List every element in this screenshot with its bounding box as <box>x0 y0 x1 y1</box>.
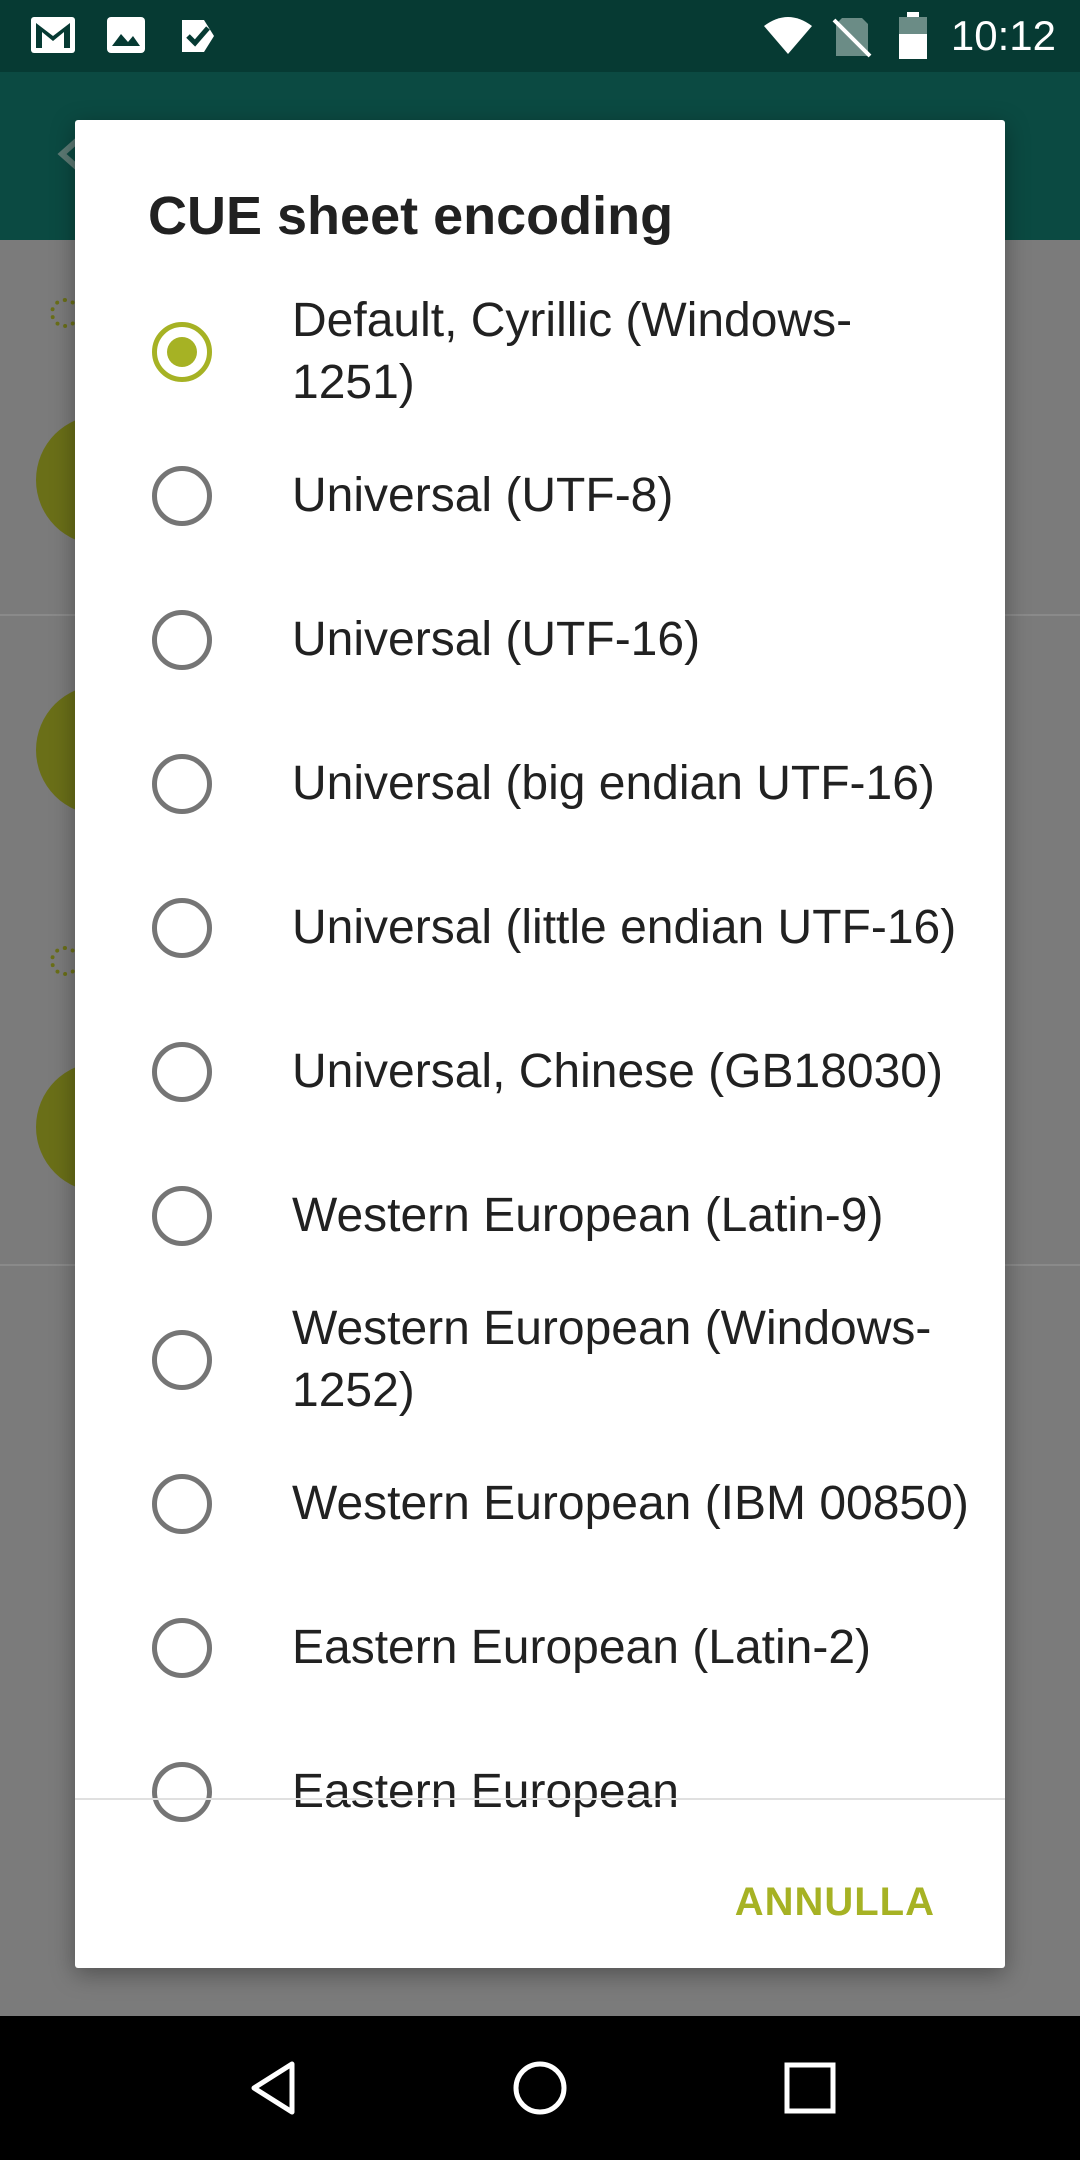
screen: 10:12 CUE sheet encoding Default, Cyrill… <box>0 0 1080 2160</box>
encoding-option[interactable]: Default, Cyrillic (Windows-1251) <box>75 280 1005 424</box>
option-label: Universal (little endian UTF-16) <box>292 901 957 954</box>
encoding-dialog: CUE sheet encoding Default, Cyrillic (Wi… <box>75 120 1005 1968</box>
back-icon[interactable] <box>248 2060 298 2121</box>
option-label: Universal (big endian UTF-16) <box>292 757 935 810</box>
radio-button[interactable] <box>152 1042 212 1102</box>
dialog-title: CUE sheet encoding <box>148 186 674 246</box>
option-label: Western European (Latin-9) <box>292 1189 884 1242</box>
dialog-divider <box>75 1798 1005 1800</box>
tasks-check-icon <box>178 16 218 61</box>
option-label: Universal (UTF-16) <box>292 613 701 666</box>
cancel-button[interactable]: ANNULLA <box>735 1880 935 1925</box>
encoding-option[interactable]: Eastern European <box>75 1720 1005 1864</box>
image-icon <box>106 16 146 59</box>
radio-button[interactable] <box>152 610 212 670</box>
encoding-option[interactable]: Western European (Windows-1252) <box>75 1288 1005 1432</box>
radio-button[interactable] <box>152 754 212 814</box>
encoding-option[interactable]: Universal (UTF-8) <box>75 424 1005 568</box>
radio-button[interactable] <box>152 898 212 958</box>
option-label: Eastern European <box>292 1765 679 1818</box>
option-label: Universal, Chinese (GB18030) <box>292 1045 943 1098</box>
status-bar: 10:12 <box>0 0 1080 72</box>
no-sim-icon <box>832 16 872 63</box>
encoding-option[interactable]: Western European (Latin-9) <box>75 1144 1005 1288</box>
battery-icon <box>898 12 928 65</box>
home-icon[interactable] <box>512 2060 568 2121</box>
radio-button[interactable] <box>152 1762 212 1822</box>
option-label: Western European (IBM 00850) <box>292 1477 969 1530</box>
recents-icon[interactable] <box>784 2062 836 2119</box>
encoding-option[interactable]: Eastern European (Latin-2) <box>75 1576 1005 1720</box>
radio-button-checked[interactable] <box>152 322 212 382</box>
radio-button[interactable] <box>152 1618 212 1678</box>
option-label: Eastern European (Latin-2) <box>292 1621 871 1674</box>
radio-button[interactable] <box>152 1330 212 1390</box>
radio-button[interactable] <box>152 1186 212 1246</box>
status-time: 10:12 <box>950 12 1056 59</box>
gmail-icon <box>30 16 76 59</box>
encoding-option[interactable]: Universal, Chinese (GB18030) <box>75 1000 1005 1144</box>
radio-button[interactable] <box>152 466 212 526</box>
encoding-option[interactable]: Universal (little endian UTF-16) <box>75 856 1005 1000</box>
encoding-option[interactable]: Universal (big endian UTF-16) <box>75 712 1005 856</box>
encoding-option[interactable]: Western European (IBM 00850) <box>75 1432 1005 1576</box>
navigation-bar <box>0 2016 1080 2160</box>
option-label: Universal (UTF-8) <box>292 469 674 522</box>
options-list[interactable]: Default, Cyrillic (Windows-1251) Universa… <box>75 280 1005 1918</box>
wifi-icon <box>762 16 814 61</box>
radio-button[interactable] <box>152 1474 212 1534</box>
encoding-option[interactable]: Universal (UTF-16) <box>75 568 1005 712</box>
option-label: Western European (Windows-1252) <box>292 1302 932 1417</box>
option-label: Default, Cyrillic (Windows-1251) <box>292 294 853 409</box>
